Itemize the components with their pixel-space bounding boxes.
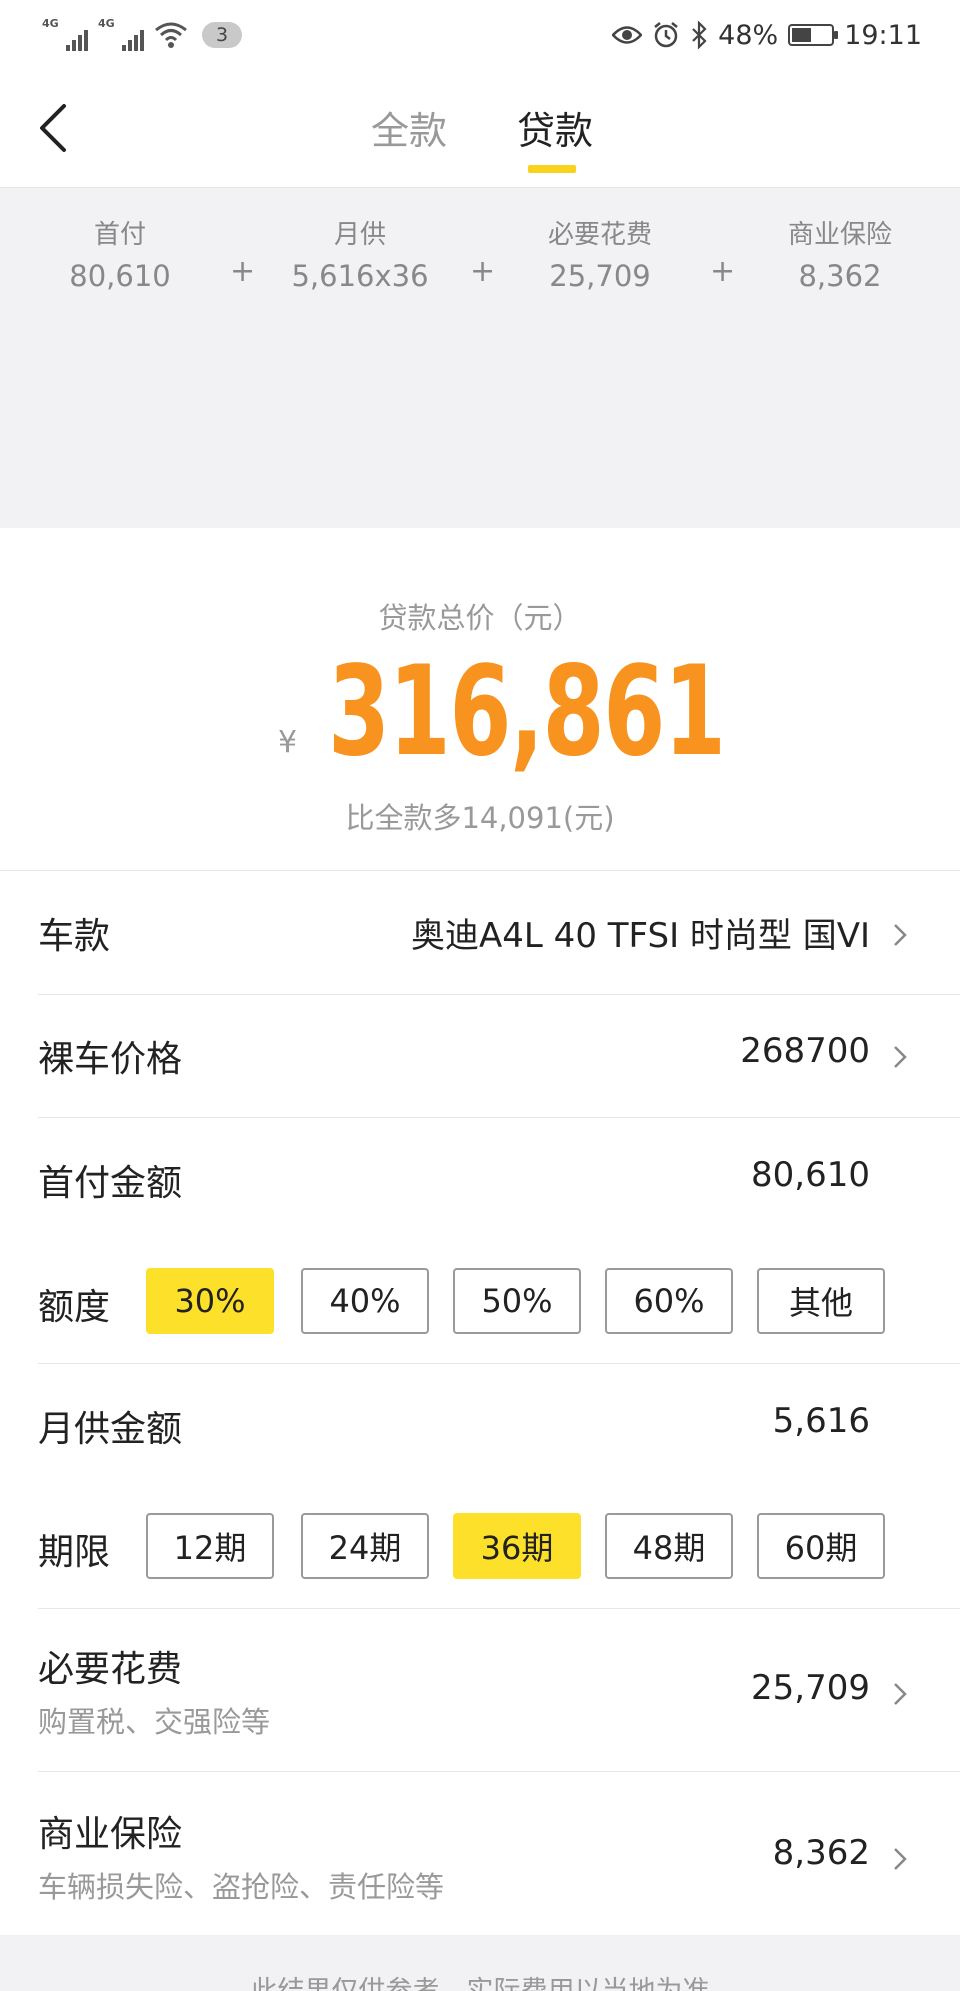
bare-price-value: 268700	[740, 1031, 870, 1071]
row-label: 商业保险	[38, 1814, 183, 1855]
chevron-right-icon	[894, 924, 907, 946]
bluetooth-icon	[692, 21, 707, 49]
cost-summary-panel: 首付 80,610 + 月供 5,616x36 + 必要花费 25,709 + …	[0, 188, 960, 528]
battery-icon	[788, 24, 839, 46]
cell-signal-icon: 4G	[98, 17, 144, 53]
ratio-option-50[interactable]: 50%	[453, 1268, 581, 1334]
monthly-payment-label: 月供金额	[38, 1409, 183, 1450]
loan-total-value: 316,861	[328, 640, 726, 784]
summary-label: 首付	[93, 220, 146, 250]
summary-insurance: 商业保险 8,362	[750, 214, 930, 293]
divider	[38, 1771, 960, 1772]
term-option-48[interactable]: 48期	[605, 1513, 733, 1579]
summary-label: 必要花费	[547, 220, 652, 250]
summary-label: 商业保险	[787, 220, 892, 250]
summary-value: 5,616x36	[291, 259, 429, 293]
divider	[38, 994, 960, 995]
car-model-value: 奥迪A4L 40 TFSI 时尚型 国VI	[411, 916, 870, 956]
insurance-value: 8,362	[772, 1833, 870, 1873]
row-label: 必要花费	[38, 1649, 183, 1690]
plus-sign: +	[470, 254, 496, 289]
row-label: 裸车价格	[38, 1039, 183, 1080]
tab-full-payment[interactable]: 全款	[371, 100, 447, 155]
ratio-label: 额度	[38, 1287, 111, 1328]
down-payment-value: 80,610	[751, 1155, 870, 1195]
monthly-payment-value: 5,616	[772, 1401, 870, 1441]
term-option-24[interactable]: 24期	[301, 1513, 429, 1579]
tab-loan[interactable]: 贷款	[517, 100, 593, 155]
eye-icon	[612, 26, 643, 44]
row-sublabel: 购置税、交强险等	[38, 1705, 271, 1739]
term-option-60[interactable]: 60期	[757, 1513, 885, 1579]
currency-symbol: ¥	[278, 725, 298, 760]
status-right: 48% 19:11	[612, 20, 922, 51]
row-label: 车款	[38, 916, 111, 957]
ratio-option-other[interactable]: 其他	[757, 1268, 885, 1334]
summary-necessary-fees: 必要花费 25,709	[510, 214, 690, 293]
summary-monthly: 月供 5,616x36	[270, 214, 450, 293]
plus-sign: +	[710, 254, 736, 289]
status-left: 4G 4G 3	[42, 17, 243, 53]
active-tab-indicator	[528, 165, 576, 173]
status-bar: 4G 4G 3 48% 19:11	[0, 0, 960, 70]
footer: 此结果仅供参考，实际费用以当地为准	[0, 1935, 960, 1991]
ratio-option-30[interactable]: 30%	[146, 1268, 274, 1334]
notification-count-badge: 3	[202, 22, 243, 48]
plus-sign: +	[230, 254, 256, 289]
summary-label: 月供	[333, 220, 386, 250]
ratio-option-40[interactable]: 40%	[301, 1268, 429, 1334]
wifi-icon	[155, 22, 187, 48]
divider	[38, 1363, 960, 1364]
payment-tabs: 全款 贷款	[0, 70, 960, 188]
chevron-right-icon	[894, 1683, 907, 1705]
disclaimer-note: 此结果仅供参考，实际费用以当地为准	[0, 1969, 960, 1991]
row-sublabel: 车辆损失险、盗抢险、责任险等	[38, 1870, 445, 1904]
battery-percent: 48%	[718, 19, 779, 51]
chevron-right-icon	[894, 1848, 907, 1870]
summary-down-payment: 首付 80,610	[30, 214, 210, 293]
top-nav: 全款 贷款	[0, 70, 960, 188]
network-type-label: 4G	[42, 17, 59, 30]
summary-value: 25,709	[549, 259, 651, 293]
term-option-12[interactable]: 12期	[146, 1513, 274, 1579]
loan-total-label: 贷款总价（元）	[378, 601, 582, 635]
divider	[38, 1608, 960, 1609]
divider	[38, 1117, 960, 1118]
down-payment-label: 首付金额	[38, 1163, 183, 1204]
term-option-36[interactable]: 36期	[453, 1513, 581, 1579]
chevron-right-icon	[894, 1046, 907, 1068]
network-type-label: 4G	[98, 17, 115, 30]
summary-value: 80,610	[69, 259, 171, 293]
cell-signal-icon: 4G	[42, 17, 88, 53]
term-label: 期限	[38, 1532, 111, 1573]
clock-time: 19:11	[844, 19, 922, 51]
alarm-icon	[654, 22, 678, 48]
ratio-option-60[interactable]: 60%	[605, 1268, 733, 1334]
necessary-fees-value: 25,709	[751, 1668, 870, 1708]
loan-total-difference: 比全款多14,091(元)	[345, 801, 615, 835]
summary-value: 8,362	[798, 259, 882, 293]
divider	[0, 870, 960, 871]
